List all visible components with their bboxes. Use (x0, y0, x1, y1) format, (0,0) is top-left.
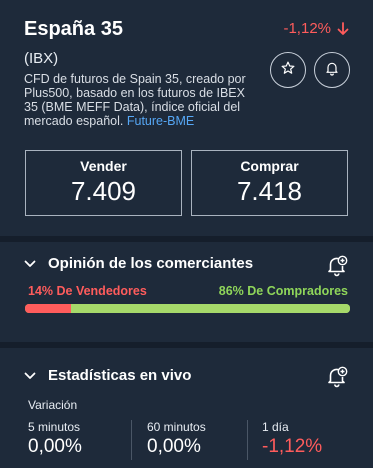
chevron-down-icon (24, 255, 36, 272)
live-stats-title: Estadísticas en vivo (48, 367, 192, 384)
daily-change-value: -1,12% (283, 20, 331, 37)
stat-separator (247, 420, 248, 460)
buy-label: Comprar (240, 158, 299, 174)
bell-icon (324, 60, 340, 81)
star-icon (280, 60, 296, 81)
chevron-down-icon (24, 367, 36, 384)
section-divider (0, 342, 373, 348)
instrument-symbol: (IBX) (24, 50, 59, 67)
favorite-button[interactable] (270, 52, 306, 88)
variation-label: Variación (28, 398, 78, 412)
instrument-name: España 35 (24, 18, 123, 40)
stat-1day: 1 día -1,12% (262, 420, 322, 458)
stat-value: 0,00% (147, 436, 201, 457)
sell-button[interactable]: Vender 7.409 (25, 150, 182, 216)
sentiment-bar-buyers (70, 304, 350, 313)
stat-5min: 5 minutos 0,00% (28, 420, 82, 458)
buy-price: 7.418 (236, 176, 303, 206)
sellers-percentage: 14% De Vendedores (28, 284, 147, 298)
stat-label: 60 minutos (147, 420, 206, 434)
stat-60min: 60 minutos 0,00% (147, 420, 206, 458)
buyers-percentage: 86% De Compradores (218, 284, 348, 298)
sell-label: Vender (80, 158, 127, 174)
live-stats-toggle[interactable]: Estadísticas en vivo (24, 367, 191, 384)
bell-plus-icon[interactable] (325, 253, 349, 277)
sentiment-bar-sellers (25, 304, 71, 313)
daily-change: -1,12% (283, 20, 349, 37)
sentiment-labels: 14% De Vendedores 86% De Compradores (28, 284, 348, 298)
alert-button[interactable] (314, 52, 350, 88)
trader-sentiment-title: Opinión de los comerciantes (48, 255, 254, 272)
description-link[interactable]: Future-BME (127, 114, 194, 128)
bell-plus-icon[interactable] (325, 364, 349, 388)
stat-label: 1 día (262, 420, 289, 434)
stat-label: 5 minutos (28, 420, 81, 434)
arrow-down-icon (337, 21, 349, 36)
trader-sentiment-toggle[interactable]: Opinión de los comerciantes (24, 255, 253, 272)
stat-value: 0,00% (28, 436, 82, 457)
instrument-details-panel: España 35 -1,12% (IBX) CFD de futuros de… (0, 0, 373, 468)
sell-price: 7.409 (70, 176, 137, 206)
stat-value: -1,12% (262, 436, 323, 457)
stat-separator (131, 420, 132, 460)
section-divider (0, 236, 373, 242)
instrument-description: CFD de futuros de Spain 35, creado por P… (24, 72, 256, 128)
buy-button[interactable]: Comprar 7.418 (191, 150, 348, 216)
sentiment-bar (25, 304, 350, 313)
